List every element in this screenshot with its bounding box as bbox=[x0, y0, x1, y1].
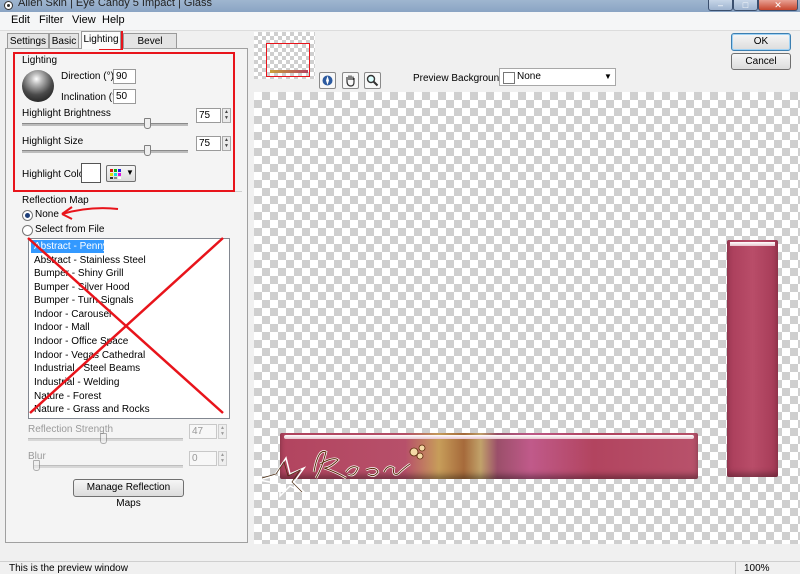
tutorial-annotations bbox=[13, 31, 235, 414]
status-divider bbox=[735, 562, 736, 574]
status-bar: This is the preview window 100% bbox=[0, 561, 800, 574]
lighting-highlight-box bbox=[13, 52, 235, 192]
status-text: This is the preview window bbox=[9, 563, 128, 574]
zoom-level: 100% bbox=[744, 563, 770, 574]
tab-lighting[interactable]: Lighting bbox=[81, 31, 121, 49]
